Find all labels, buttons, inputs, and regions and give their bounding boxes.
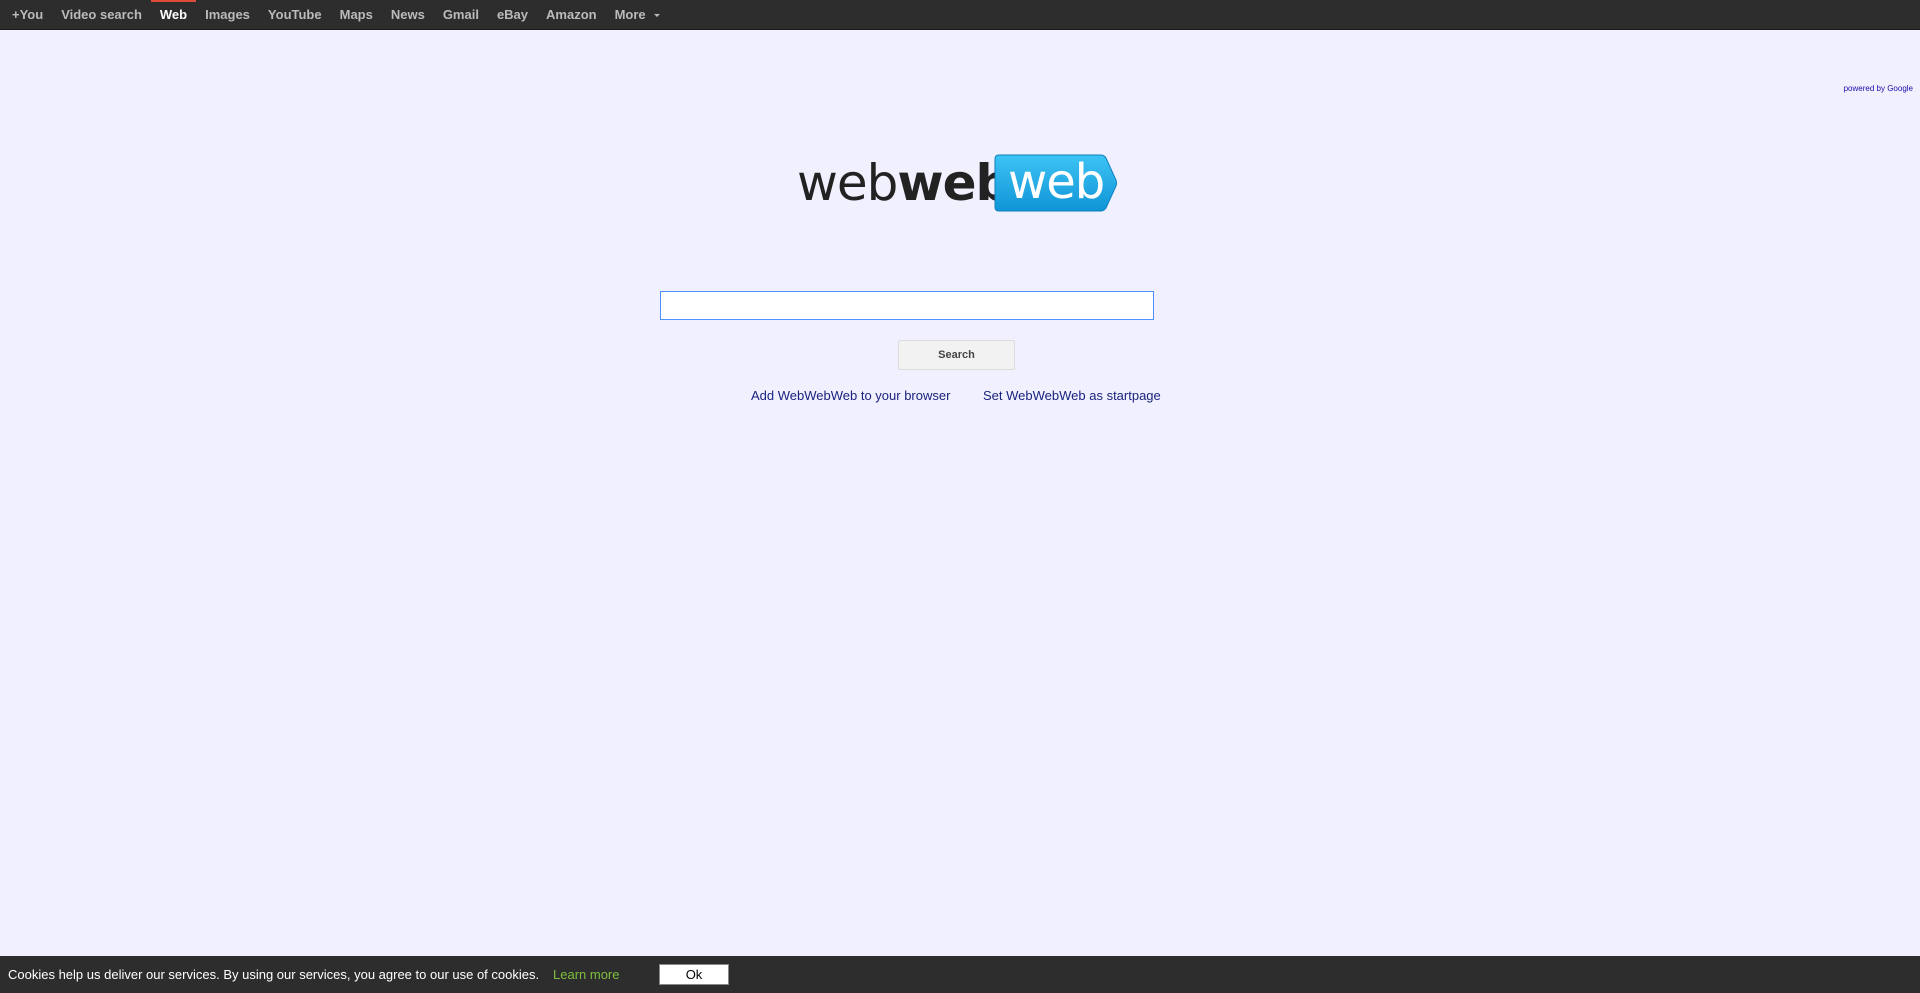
nav-item-maps[interactable]: Maps	[331, 0, 382, 30]
nav-item-gmail[interactable]: Gmail	[434, 0, 488, 30]
nav-item-video-search[interactable]: Video search	[52, 0, 151, 30]
nav-item-plus-you[interactable]: +You	[3, 0, 52, 30]
nav-item-news[interactable]: News	[382, 0, 434, 30]
nav-item-ebay[interactable]: eBay	[488, 0, 537, 30]
webwebweb-logo: webweb web	[797, 153, 1117, 215]
logo-wordmark: webweb	[797, 153, 1011, 213]
caret-down-icon	[653, 14, 660, 18]
cookie-message: Cookies help us deliver our services. By…	[8, 967, 540, 982]
nav-item-amazon[interactable]: Amazon	[537, 0, 606, 30]
search-button[interactable]: Search	[898, 340, 1015, 370]
search-input[interactable]	[660, 291, 1154, 320]
nav-item-more[interactable]: More	[606, 0, 669, 30]
nav-item-youtube[interactable]: YouTube	[259, 0, 331, 30]
nav-item-web[interactable]: Web	[150, 0, 197, 30]
nav-list: +You Video search Web Images YouTube Map…	[0, 0, 1920, 30]
logo-part-light: web	[797, 154, 898, 212]
logo-part-badge: web	[1008, 154, 1105, 210]
nav-item-images[interactable]: Images	[196, 0, 259, 30]
nav-item-more-label: More	[614, 7, 646, 22]
cookie-consent-bar: Cookies help us deliver our services. By…	[0, 956, 1920, 993]
powered-by-google: powered by Google	[1843, 84, 1913, 93]
cookie-ok-button[interactable]: Ok	[659, 964, 729, 985]
cookie-learn-more-link[interactable]: Learn more	[553, 967, 619, 982]
logo-badge: web	[993, 153, 1118, 213]
set-startpage-link[interactable]: Set WebWebWeb as startpage	[983, 388, 1161, 403]
add-to-browser-link[interactable]: Add WebWebWeb to your browser	[751, 388, 950, 403]
top-navigation-bar: +You Video search Web Images YouTube Map…	[0, 0, 1920, 30]
